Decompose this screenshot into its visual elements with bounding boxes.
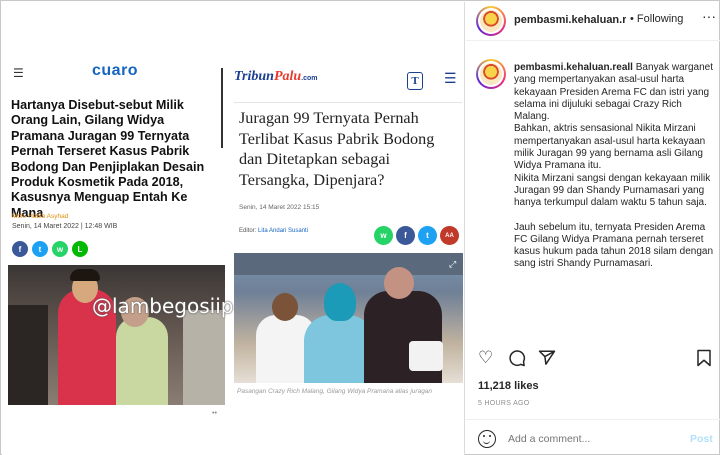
article-right-photo-caption: Pasangan Crazy Rich Malang, Gilang Widya… [237,388,433,395]
facebook-icon: f [396,226,415,245]
watermark: @lambegosiip [92,294,234,318]
caption-avatar[interactable] [476,59,506,89]
more-options-icon[interactable]: ··· [702,8,716,24]
avatar[interactable] [476,6,506,36]
post-timestamp: 5 HOURS AGO [478,400,530,407]
caption-spacer [514,210,714,222]
following-button[interactable]: • Following [630,13,683,25]
logo-palu-text: Palu [273,69,302,84]
share-icon[interactable] [538,349,556,371]
caption-paragraph: Nikita Mirzani sangsi dengan kekayaan mi… [514,172,711,209]
scroll-dots-icon: •• [212,410,217,417]
post-username[interactable]: pembasmi.kehaluan.re [514,14,626,26]
editor-label: Editor: [239,228,257,234]
post-media: ☰ cuaro Hartanya Disebut-sebut Milik Ora… [2,2,465,455]
caption-username[interactable]: pembasmi.kehaluan.reall [514,62,633,73]
article-right-share-icons: w f t AA [374,226,459,245]
caption-paragraph: pembasmi.kehaluan.reall Banyak warganet … [514,62,714,123]
instagram-post-window: ☰ cuaro Hartanya Disebut-sebut Milik Ora… [0,0,720,455]
heart-icon[interactable]: ♡ [478,349,493,367]
cuaro-logo-text: cuaro [92,62,139,79]
tribunpalu-logo: TribunPalu.com [234,69,324,91]
article-left-author: Moh. Habib Asyhad [12,213,69,220]
following-label: Following [636,13,684,25]
twitter-icon: t [418,226,437,245]
article-right-headline: Juragan 99 Ternyata Pernah Terlibat Kasu… [239,109,435,189]
editor-name: Lita Andari Susanti [258,228,309,234]
logo-tribun-text: Tribun [234,69,274,84]
whatsapp-icon: w [374,226,393,245]
menu-icon: ☰ [13,66,24,80]
emoji-icon[interactable] [478,430,496,448]
post-caption: pembasmi.kehaluan.reall Banyak warganet … [514,62,714,271]
divider [221,68,223,148]
menu-icon: ☰ [444,70,457,86]
post-actions: ♡ [476,349,714,369]
font-size-icon: AA [440,226,459,245]
likes-count[interactable]: 11,218 likes [478,380,539,392]
article-right: TribunPalu.com T ☰ Juragan 99 Ternyata P… [231,2,464,455]
post-header: pembasmi.kehaluan.re • Following ··· [466,2,720,41]
comment-icon[interactable] [508,349,526,371]
comment-input[interactable] [508,433,678,445]
text-size-icon: T [407,72,423,90]
logo-com-text: .com [301,75,318,82]
header-rule [234,102,462,103]
twitter-icon: t [32,241,48,257]
cuaro-logo: cuaro [92,62,138,80]
article-left-headline: Hartanya Disebut-sebut Milik Orang Lain,… [11,98,205,220]
caption-paragraph: Jauh sebelum itu, ternyata Presiden Arem… [514,221,714,270]
facebook-icon: f [12,241,28,257]
article-left-photo [8,265,225,405]
expand-icon: ⤢ [449,259,457,269]
article-left-date: Senin, 14 Maret 2022 | 12:48 WIB [12,223,118,230]
comment-bar: Post [466,419,720,455]
bookmark-icon[interactable] [696,349,712,371]
post-sidebar: pembasmi.kehaluan.re • Following ··· pem… [466,2,720,455]
article-right-photo [234,253,463,383]
article-left-share-icons: f t w L [12,241,88,257]
article-right-editor: Editor: Lita Andari Susanti [239,228,308,234]
article-left: ☰ cuaro Hartanya Disebut-sebut Milik Ora… [2,2,230,455]
article-right-date: Senin, 14 Maret 2022 15:15 [239,204,320,211]
line-icon: L [72,241,88,257]
caption-paragraph: Bahkan, aktris sensasional Nikita Mirzan… [514,123,706,172]
post-comment-button[interactable]: Post [690,433,713,445]
whatsapp-icon: w [52,241,68,257]
